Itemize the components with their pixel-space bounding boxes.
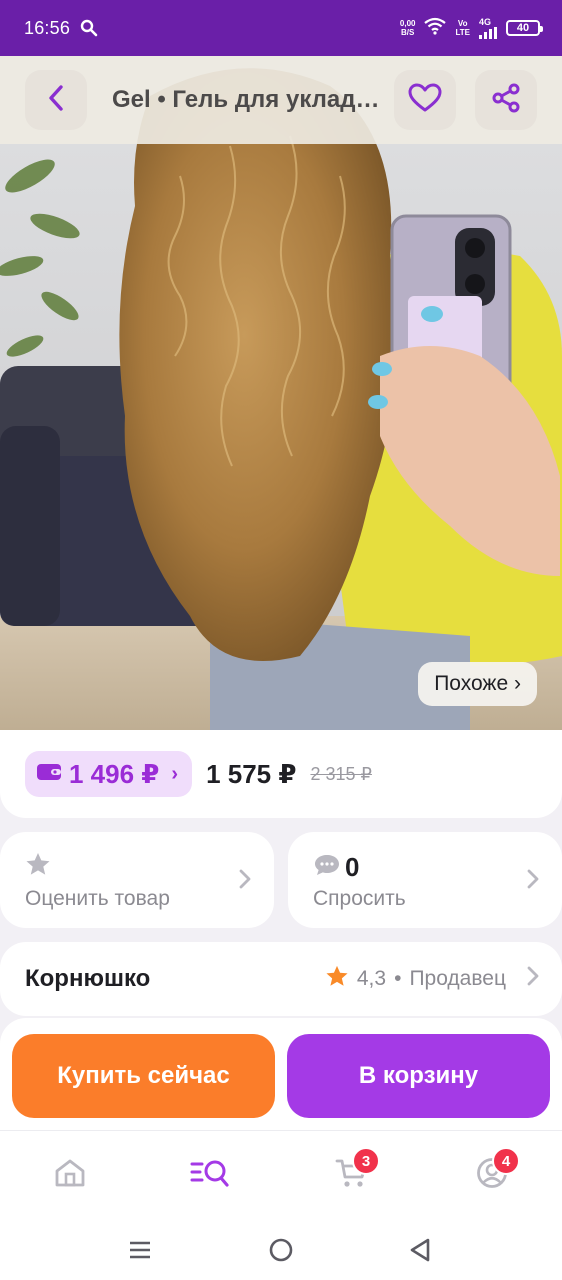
volte-indicator: Vo LTE bbox=[455, 19, 470, 37]
net-speed-value: 0,00 bbox=[399, 19, 416, 28]
questions-count: 0 bbox=[345, 852, 360, 882]
profile-badge: 4 bbox=[492, 1147, 520, 1175]
home-circle-icon[interactable] bbox=[265, 1234, 297, 1266]
product-title: Gel • Гель для укладки волос bbox=[112, 86, 382, 113]
add-to-cart-button[interactable]: В корзину bbox=[287, 1034, 550, 1118]
buy-now-button[interactable]: Купить сейчас bbox=[12, 1034, 275, 1118]
battery-level: 40 bbox=[516, 22, 530, 34]
rate-product-card[interactable]: Оценить товар bbox=[0, 832, 274, 928]
chat-bubble-icon bbox=[313, 853, 341, 882]
share-icon bbox=[491, 83, 521, 118]
rate-product-label: Оценить товар bbox=[25, 887, 170, 910]
status-bar: 16:56 0,00 B/S Vo LTE 4G 40 bbox=[0, 0, 562, 56]
seller-rating: 4,3 bbox=[356, 967, 387, 990]
menu-icon[interactable] bbox=[124, 1234, 156, 1266]
net-speed-unit: B/S bbox=[401, 28, 415, 37]
favorite-button[interactable] bbox=[394, 70, 456, 130]
ask-question-card[interactable]: 0 Спросить bbox=[288, 832, 562, 928]
nav-profile[interactable]: 4 bbox=[470, 1147, 520, 1197]
current-price: 1 575 ₽ bbox=[206, 758, 297, 789]
chevron-right-icon bbox=[526, 965, 540, 993]
star-icon bbox=[325, 965, 349, 993]
share-button[interactable] bbox=[475, 70, 537, 130]
network-type: 4G bbox=[479, 16, 492, 27]
back-triangle-icon[interactable] bbox=[404, 1234, 436, 1266]
status-time: 16:56 bbox=[24, 17, 71, 38]
volte-top: Vo bbox=[457, 19, 468, 28]
nav-home[interactable] bbox=[48, 1153, 92, 1197]
wallet-price-pill[interactable]: 1 496 ₽ › bbox=[25, 751, 193, 797]
seller-card[interactable]: Корнюшко 4,3 • Продавец bbox=[0, 942, 562, 1016]
chevron-right-icon bbox=[238, 868, 252, 895]
product-header: Gel • Гель для укладки волос bbox=[0, 56, 562, 144]
wallet-price: 1 496 ₽ bbox=[69, 758, 160, 789]
battery-indicator: 40 bbox=[506, 20, 543, 36]
wifi-icon bbox=[424, 17, 447, 40]
chevron-right-icon: › bbox=[171, 762, 179, 785]
cart-badge: 3 bbox=[352, 1147, 380, 1175]
similar-button[interactable]: Похоже › bbox=[418, 662, 537, 706]
old-price: 2 315 ₽ bbox=[310, 763, 372, 784]
back-button[interactable] bbox=[25, 70, 87, 130]
nav-cart[interactable]: 3 bbox=[330, 1147, 380, 1197]
price-card: 1 496 ₽ › 1 575 ₽ 2 315 ₽ bbox=[0, 730, 562, 818]
seller-name: Корнюшко bbox=[25, 965, 151, 992]
star-icon bbox=[25, 853, 51, 880]
wallet-icon bbox=[37, 763, 61, 786]
heart-icon bbox=[408, 83, 442, 118]
product-photo[interactable] bbox=[0, 56, 562, 730]
net-speed: 0,00 B/S bbox=[400, 19, 416, 37]
purchase-actions: Купить сейчас В корзину bbox=[0, 1018, 562, 1130]
home-icon bbox=[54, 1158, 86, 1193]
bottom-navigation: 3 4 bbox=[0, 1130, 562, 1220]
ask-question-label: Спросить bbox=[313, 887, 406, 910]
volte-bottom: LTE bbox=[455, 28, 470, 37]
signal-icon: 4G bbox=[479, 16, 497, 39]
catalog-search-icon bbox=[190, 1158, 230, 1193]
seller-separator: • bbox=[394, 967, 402, 990]
chevron-right-icon bbox=[526, 868, 540, 895]
system-navigation bbox=[0, 1220, 562, 1280]
search-icon bbox=[80, 19, 98, 37]
seller-role: Продавец bbox=[409, 967, 506, 990]
nav-catalog[interactable] bbox=[188, 1153, 232, 1197]
chevron-left-icon bbox=[45, 83, 67, 118]
